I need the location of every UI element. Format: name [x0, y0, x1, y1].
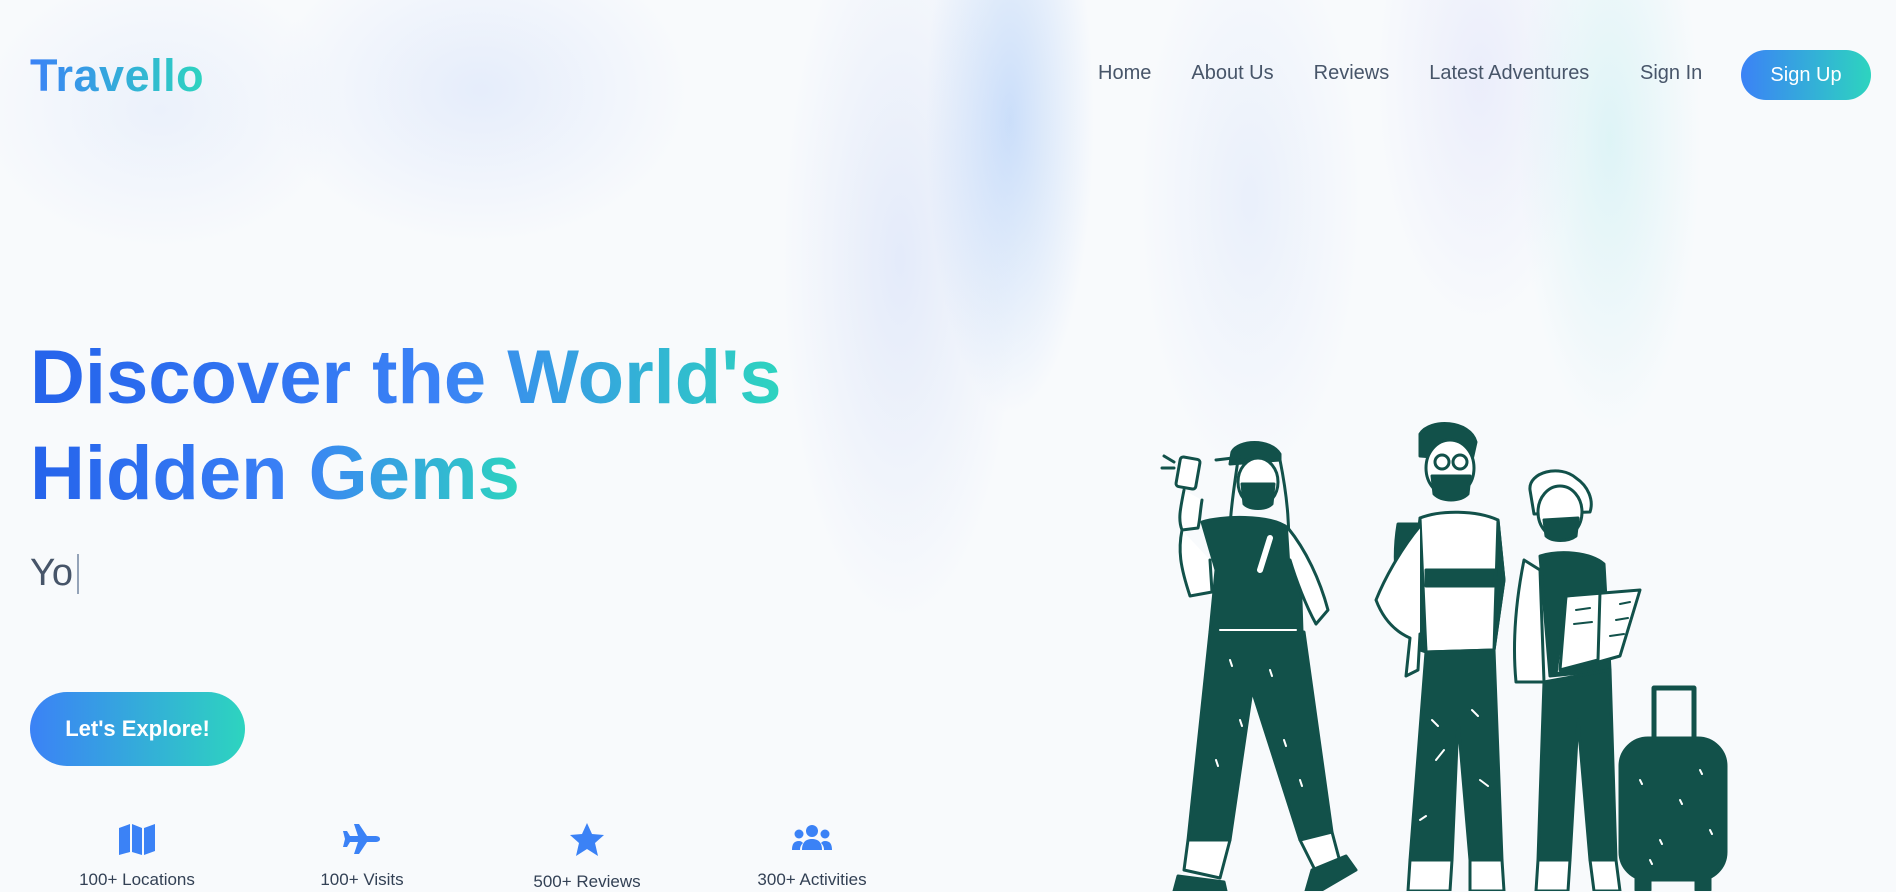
stat-activities: 300+ Activities: [722, 822, 902, 890]
stat-locations: 100+ Locations: [47, 822, 227, 890]
nav-link-reviews[interactable]: Reviews: [1314, 62, 1390, 85]
site-header: Travello Home About Us Reviews Latest Ad…: [0, 0, 1896, 152]
stat-reviews: 500+ Reviews: [497, 822, 677, 892]
nav-link-home[interactable]: Home: [1098, 62, 1151, 85]
stat-visits: 100+ Visits: [272, 822, 452, 890]
stat-label: 100+ Locations: [79, 870, 195, 889]
star-icon: [570, 823, 604, 856]
suitcase: [1618, 685, 1728, 891]
stat-label: 300+ Activities: [757, 870, 867, 889]
plane-icon: [343, 824, 380, 854]
typing-cursor: [77, 553, 79, 594]
users-icon: [792, 825, 832, 850]
travelers-illustration: [1160, 422, 1728, 891]
stat-label: 500+ Reviews: [533, 872, 641, 891]
typed-tagline: Yo: [30, 552, 79, 595]
stats-row: 100+ Locations 100+ Visits 500+ Reviews …: [0, 822, 900, 891]
brand-logo[interactable]: Travello: [30, 50, 204, 102]
nav-link-latest-adventures[interactable]: Latest Adventures: [1429, 62, 1589, 85]
map-icon: [119, 824, 155, 855]
nav-link-about-us[interactable]: About Us: [1191, 62, 1273, 85]
traveler-woman: [1160, 441, 1358, 891]
sign-up-button[interactable]: Sign Up: [1741, 50, 1871, 100]
typed-text: Yo: [30, 552, 73, 594]
sign-in-link[interactable]: Sign In: [1640, 62, 1702, 85]
main-nav: Home About Us Reviews Latest Adventures: [1098, 62, 1589, 85]
traveler-man: [1374, 422, 1506, 891]
hero-title: Discover the World's Hidden Gems: [30, 330, 890, 522]
explore-button[interactable]: Let's Explore!: [30, 692, 245, 766]
hero-title-line-1: Discover the World's: [30, 335, 782, 420]
stat-label: 100+ Visits: [320, 870, 404, 889]
hero-title-line-2: Hidden Gems: [30, 431, 520, 516]
